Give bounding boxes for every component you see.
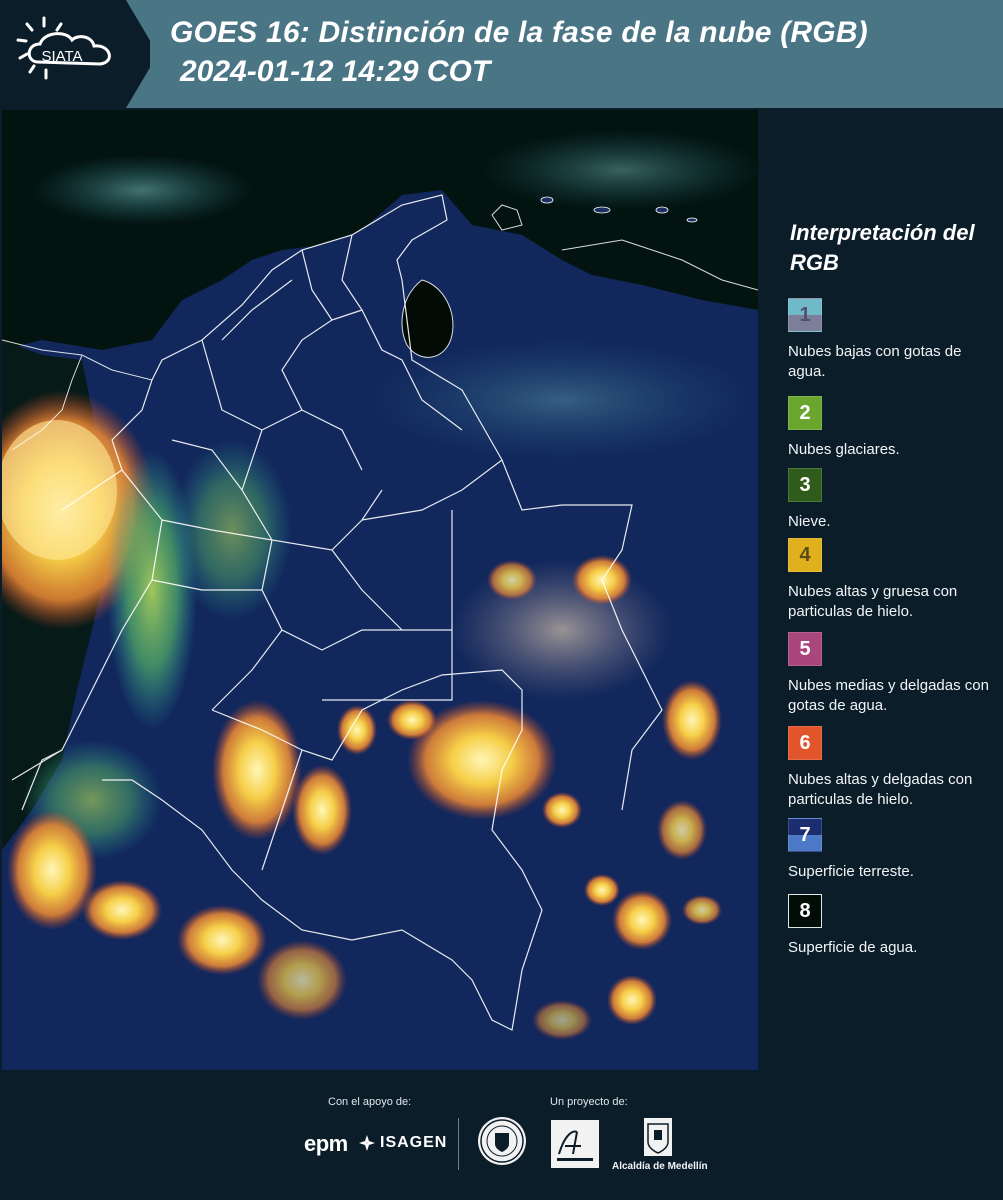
legend-swatch-6: 6 xyxy=(788,726,822,760)
legend-label-7: Superficie terreste. xyxy=(788,863,914,880)
legend-swatch-7: 7 xyxy=(788,818,822,852)
legend-item-3: 3 Nieve. xyxy=(788,468,998,532)
legend-item-5: 5 Nubes medias y delgadas con gotas de a… xyxy=(788,632,998,716)
legend-number-3: 3 xyxy=(799,473,811,496)
area-metropolitana-logo[interactable] xyxy=(551,1120,599,1168)
legend-swatch-2: 2 xyxy=(788,396,822,430)
isagen-mark-icon xyxy=(359,1135,375,1151)
project-label: Un proyecto de: xyxy=(550,1096,628,1108)
legend-label-5: Nubes medias y delgadas con gotas de agu… xyxy=(788,677,989,714)
legend-number-6: 6 xyxy=(799,731,811,754)
legend-item-2: 2 Nubes glaciares. xyxy=(788,396,998,460)
epm-logo[interactable]: epm xyxy=(304,1131,348,1157)
legend-number-1: 1 xyxy=(799,303,811,326)
legend-item-7: 7 Superficie terreste. xyxy=(788,818,998,882)
legend-number-5: 5 xyxy=(799,637,811,660)
legend-label-3: Nieve. xyxy=(788,513,831,530)
legend-number-2: 2 xyxy=(799,401,811,424)
isagen-logo[interactable]: ISAGEN xyxy=(358,1134,447,1152)
footer-separator xyxy=(458,1118,459,1170)
legend-item-1: 1 Nubes bajas con gotas de agua. xyxy=(788,298,998,382)
timestamp: 2024-01-12 14:29 COT xyxy=(180,55,491,88)
support-label: Con el apoyo de: xyxy=(328,1096,412,1108)
legend-number-8: 8 xyxy=(799,899,811,922)
alcaldia-label: Alcaldía de Medellín xyxy=(612,1161,708,1172)
legend-label-2: Nubes glaciares. xyxy=(788,441,900,458)
legend-swatch-8: 8 xyxy=(788,894,822,928)
page-title: GOES 16: Distinción de la fase de la nub… xyxy=(170,16,868,49)
legend-swatch-3: 3 xyxy=(788,468,822,502)
legend-swatch-4: 4 xyxy=(788,538,822,572)
seal-icon xyxy=(480,1119,524,1163)
medellin-seal-logo[interactable] xyxy=(478,1117,526,1165)
legend-label-6: Nubes altas y delgadas con particulas de… xyxy=(788,771,973,808)
legend-number-7: 7 xyxy=(799,823,811,846)
legend-item-8: 8 Superficie de agua. xyxy=(788,894,998,958)
legend-swatch-5: 5 xyxy=(788,632,822,666)
logo-text: SIATA xyxy=(41,48,82,65)
satellite-map[interactable] xyxy=(2,110,758,1070)
footer: Con el apoyo de: Un proyecto de: epm ISA… xyxy=(0,1070,1003,1200)
area-icon xyxy=(557,1130,593,1161)
alcaldia-medellin-logo[interactable] xyxy=(644,1118,672,1156)
header-bar: SIATA GOES 16: Distinción de la fase de … xyxy=(0,0,1003,108)
legend-swatch-1: 1 xyxy=(788,298,822,332)
legend-item-6: 6 Nubes altas y delgadas con particulas … xyxy=(788,726,998,810)
isagen-text: ISAGEN xyxy=(380,1134,448,1151)
legend-item-4: 4 Nubes altas y gruesa con particulas de… xyxy=(788,538,998,622)
coat-of-arms-icon xyxy=(647,1123,669,1154)
legend-label-1: Nubes bajas con gotas de agua. xyxy=(788,343,962,380)
satellite-image xyxy=(2,110,758,1070)
legend-title: Interpretación del RGB xyxy=(790,220,975,275)
legend-label-8: Superficie de agua. xyxy=(788,939,918,956)
legend-number-4: 4 xyxy=(799,543,811,566)
siata-logo[interactable]: SIATA xyxy=(0,0,150,108)
legend-label-4: Nubes altas y gruesa con particulas de h… xyxy=(788,583,958,620)
sun-cloud-icon: SIATA xyxy=(16,16,111,80)
legend-panel: Interpretación del RGB 1 Nubes bajas con… xyxy=(776,110,1003,1070)
